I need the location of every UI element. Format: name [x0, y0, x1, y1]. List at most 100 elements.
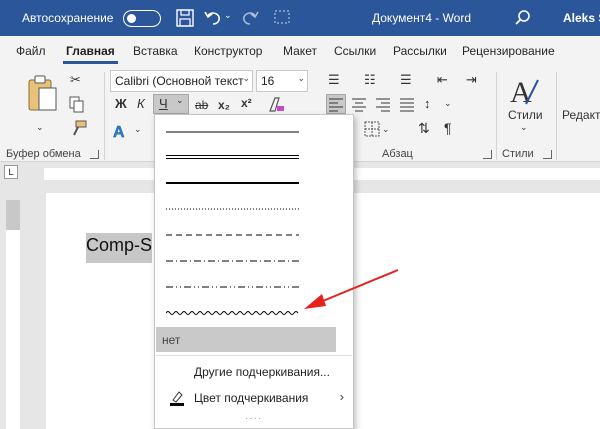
styles-group-label: Стили	[502, 148, 534, 160]
clipboard-dialog-launcher[interactable]	[90, 150, 99, 159]
vertical-ruler-margin	[6, 200, 20, 230]
editing-button[interactable]: Редакт	[562, 108, 600, 122]
underline-none-label: нет	[162, 333, 181, 347]
redo-icon[interactable]	[240, 8, 260, 28]
underline-style-dotted[interactable]	[156, 197, 352, 222]
tab-references[interactable]: Ссылки	[334, 44, 376, 58]
underline-sample	[166, 182, 299, 184]
document-title: Документ4 - Word	[372, 11, 472, 25]
decrease-indent-icon[interactable]: ⇤	[437, 72, 448, 88]
font-size-combo[interactable]: 16 ⌄	[256, 70, 308, 92]
paragraph-dialog-launcher[interactable]	[483, 150, 492, 159]
text-effects-icon[interactable]: A	[112, 122, 132, 140]
bullets-icon[interactable]: ☰	[328, 72, 340, 88]
group-divider	[104, 72, 105, 160]
red-arrow-annotation	[304, 269, 399, 309]
selected-text[interactable]: Comp-S	[86, 233, 153, 263]
strikethrough-button[interactable]: ab	[195, 98, 208, 112]
styles-button[interactable]: Стили	[508, 108, 543, 122]
chevron-down-icon[interactable]: ⌄	[444, 98, 452, 109]
underline-sample	[166, 131, 299, 133]
underline-color-item[interactable]: Цвет подчеркивания ›	[156, 385, 352, 411]
chevron-down-icon: ⌄	[297, 73, 305, 83]
more-underlines-item[interactable]: Другие подчеркивания...	[156, 359, 352, 385]
underline-sample	[166, 208, 299, 210]
align-center-icon[interactable]	[350, 95, 368, 113]
styles-icon[interactable]: A	[508, 74, 542, 110]
text-effects-dropdown-icon[interactable]: ⌄	[134, 124, 142, 135]
save-icon[interactable]	[175, 8, 195, 28]
chevron-down-icon[interactable]: ⌄	[520, 122, 528, 133]
group-divider	[496, 72, 497, 160]
customize-toolbar-icon[interactable]	[272, 8, 292, 28]
toggle-knob	[127, 13, 136, 23]
paste-icon[interactable]	[26, 74, 60, 114]
resize-grip-icon[interactable]: ····	[245, 413, 262, 424]
font-name-combo[interactable]: Calibri (Основной текст ⌄	[110, 70, 253, 92]
group-divider	[556, 72, 557, 160]
paste-dropdown-icon[interactable]: ⌄	[36, 122, 44, 133]
tab-selector-icon[interactable]: L	[4, 165, 18, 179]
underline-style-thick[interactable]	[156, 171, 352, 196]
font-size-value: 16	[261, 74, 275, 88]
chevron-down-icon: ⌄	[176, 95, 184, 105]
italic-button[interactable]: К	[137, 96, 145, 111]
align-right-icon[interactable]	[374, 95, 392, 113]
underline-button[interactable]: Ч ⌄	[153, 94, 189, 114]
tab-insert[interactable]: Вставка	[133, 44, 178, 58]
underline-sample	[166, 286, 299, 288]
tab-layout[interactable]: Макет	[283, 44, 317, 58]
underline-color-label: Цвет подчеркивания	[194, 391, 309, 405]
title-bar: Автосохранение off ⌄ Документ4 - Word Al…	[0, 0, 600, 36]
tab-review[interactable]: Рецензирование	[462, 44, 555, 58]
superscript-button[interactable]: x²	[241, 96, 252, 110]
format-painter-icon[interactable]	[69, 120, 87, 138]
underline-sample	[166, 260, 299, 262]
increase-indent-icon[interactable]: ⇥	[466, 72, 477, 88]
clear-formatting-icon[interactable]	[266, 95, 286, 115]
numbering-icon[interactable]: ☷	[364, 72, 376, 88]
cut-icon[interactable]: ✂	[70, 72, 81, 88]
underline-sample	[166, 234, 299, 236]
tab-file[interactable]: Файл	[16, 44, 46, 58]
underline-glyph: Ч	[159, 96, 168, 111]
line-spacing-icon[interactable]: ↕	[424, 96, 431, 111]
copy-icon[interactable]	[69, 96, 85, 114]
active-tab-indicator	[63, 61, 118, 64]
undo-icon[interactable]	[203, 8, 223, 28]
underline-style-double[interactable]	[156, 145, 352, 170]
show-marks-icon[interactable]: ¶	[444, 120, 452, 136]
chevron-right-icon: ›	[339, 389, 344, 404]
font-name-value: Calibri (Основной текст	[115, 74, 244, 88]
underline-style-single[interactable]	[156, 119, 352, 144]
styles-dialog-launcher[interactable]	[543, 150, 552, 159]
borders-icon[interactable]	[364, 121, 380, 137]
underline-style-dashed[interactable]	[156, 223, 352, 248]
align-left-icon	[329, 98, 343, 112]
vertical-ruler	[6, 200, 20, 429]
chevron-down-icon[interactable]: ⌄	[382, 124, 390, 135]
chevron-down-icon: ⌄	[242, 73, 250, 83]
justify-icon[interactable]	[398, 95, 416, 113]
underline-sample	[166, 155, 299, 159]
tab-mailings[interactable]: Рассылки	[393, 44, 447, 58]
clipboard-group-label: Буфер обмена	[6, 148, 81, 160]
align-left-button[interactable]	[326, 94, 346, 114]
underline-none-item[interactable]: нет	[156, 327, 336, 352]
multilevel-list-icon[interactable]: ☰	[400, 72, 412, 88]
search-icon[interactable]	[513, 8, 533, 28]
sort-icon[interactable]: ⇅	[418, 120, 430, 137]
paragraph-group-label: Абзац	[382, 148, 413, 160]
underline-color-icon	[170, 391, 184, 406]
tab-design[interactable]: Конструктор	[194, 44, 262, 58]
bold-button[interactable]: Ж	[115, 96, 127, 111]
tab-home[interactable]: Главная	[66, 44, 115, 58]
autosave-toggle[interactable]: off	[123, 10, 161, 27]
menu-divider	[156, 355, 352, 356]
more-underlines-label: Другие подчеркивания...	[194, 365, 330, 379]
user-name[interactable]: Aleks S	[563, 11, 600, 25]
svg-text:A: A	[113, 124, 125, 140]
underline-sample	[166, 311, 299, 315]
svg-text:A: A	[510, 76, 532, 109]
subscript-button[interactable]: x₂	[218, 98, 230, 112]
